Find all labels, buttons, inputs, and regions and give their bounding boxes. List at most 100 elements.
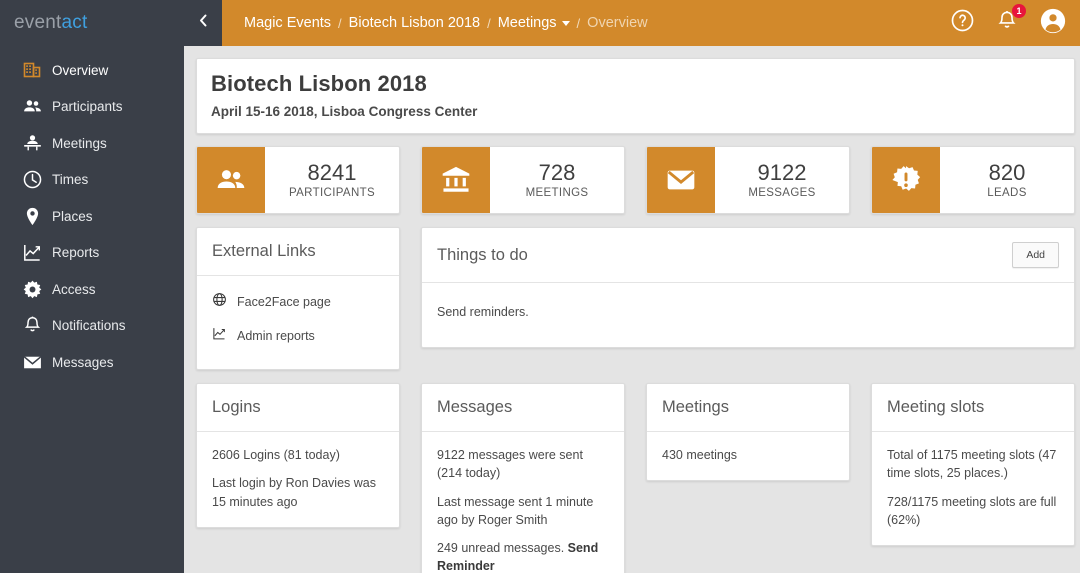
stat-label: MEETINGS <box>525 187 589 200</box>
panel-title: Messages <box>422 384 624 433</box>
sidebar-item-messages[interactable]: Messages <box>0 344 184 381</box>
people-icon <box>197 147 265 213</box>
line-chart-icon <box>212 326 227 346</box>
chevron-down-icon[interactable] <box>561 20 570 26</box>
panel-title: Logins <box>197 384 399 433</box>
stat-label: MESSAGES <box>748 187 816 200</box>
breadcrumb-separator: / <box>576 15 581 31</box>
clock-icon <box>12 169 52 190</box>
external-link-label: Admin reports <box>237 329 315 344</box>
external-link-admin-reports[interactable]: Admin reports <box>212 319 384 353</box>
stat-label: LEADS <box>987 187 1027 200</box>
stat-card-body: 8241 PARTICIPANTS <box>265 147 399 213</box>
logo-text: eventact <box>14 12 87 34</box>
sidebar-item-times[interactable]: Times <box>0 162 184 199</box>
panel-body: Face2Face page Admin reports <box>197 276 399 369</box>
breadcrumb-module-label: Meetings <box>497 15 557 31</box>
sidebar-item-label: Overview <box>52 62 109 78</box>
sidebar-item-label: Messages <box>52 354 114 370</box>
meetings-count: 430 meetings <box>662 448 738 463</box>
user-avatar-icon <box>1039 7 1067 40</box>
breadcrumb-item-event[interactable]: Biotech Lisbon 2018 <box>349 15 480 31</box>
panel-meetings: Meetings 430 meetings <box>646 383 850 482</box>
sidebar-item-label: Times <box>52 172 89 188</box>
panel-title: Meeting slots <box>872 384 1074 433</box>
panel-body: Total of 1175 meeting slots (47 time slo… <box>872 432 1074 545</box>
logins-total: 2606 Logins (81 today) <box>212 448 340 463</box>
stat-card-body: 820 LEADS <box>940 147 1074 213</box>
stat-card-participants[interactable]: 8241 PARTICIPANTS <box>196 146 400 214</box>
breadcrumb-item-organization[interactable]: Magic Events <box>244 15 331 31</box>
stat-card-body: 728 MEETINGS <box>490 147 624 213</box>
sidebar-item-notifications[interactable]: Notifications <box>0 308 184 345</box>
help-button[interactable] <box>950 8 975 38</box>
building-icon <box>12 60 52 80</box>
chevron-left-icon <box>197 13 210 33</box>
breadcrumb-separator: / <box>338 15 342 31</box>
sidebar-item-label: Places <box>52 208 93 224</box>
messages-unread: 249 unread messages. Send Reminder <box>437 539 609 573</box>
breadcrumb-item-module[interactable]: Meetings <box>498 15 570 31</box>
sidebar-item-meetings[interactable]: Meetings <box>0 125 184 162</box>
messages-last: Last message sent 1 minute ago by Roger … <box>437 494 594 527</box>
stat-cards: 8241 PARTICIPANTS 728 MEETINGS 9122 MESS… <box>196 146 1075 214</box>
panel-body: 430 meetings <box>647 432 849 480</box>
sidebar-nav: Overview Participants Meetings Times Pla… <box>0 46 184 381</box>
envelope-icon <box>647 147 715 213</box>
envelope-icon <box>12 352 52 373</box>
meeting-desk-icon <box>12 133 52 154</box>
stat-value: 9122 <box>757 159 807 185</box>
panel-messages: Messages 9122 messages were sent (214 to… <box>421 383 625 573</box>
todo-item[interactable]: Send reminders. <box>437 303 1059 321</box>
event-header-card: Biotech Lisbon 2018 April 15-16 2018, Li… <box>196 58 1075 134</box>
panel-body: 9122 messages were sent (214 today) Last… <box>422 432 624 573</box>
sidebar-item-label: Access <box>52 281 96 297</box>
breadcrumb: Magic Events / Biotech Lisbon 2018 / Mee… <box>222 15 648 31</box>
stat-label: PARTICIPANTS <box>289 187 375 200</box>
sidebar-item-participants[interactable]: Participants <box>0 89 184 126</box>
sidebar-item-label: Participants <box>52 99 123 115</box>
topbar-actions: 1 <box>950 3 1080 40</box>
panel-row-bottom: Logins 2606 Logins (81 today) Last login… <box>196 383 1075 573</box>
panel-row-top: External Links Face2Face page Admin repo… <box>196 227 1075 371</box>
account-button[interactable] <box>1039 7 1067 40</box>
line-chart-icon <box>12 242 52 263</box>
stat-value: 820 <box>988 159 1026 185</box>
external-link-face2face[interactable]: Face2Face page <box>212 290 384 319</box>
breadcrumb-separator: / <box>487 15 491 31</box>
messages-sent: 9122 messages were sent (214 today) <box>437 448 583 481</box>
sidebar-item-label: Reports <box>52 245 100 261</box>
external-link-label: Face2Face page <box>237 295 331 309</box>
stat-card-messages[interactable]: 9122 MESSAGES <box>646 146 850 214</box>
gear-icon <box>12 279 52 300</box>
page-title: Biotech Lisbon 2018 <box>211 71 427 96</box>
sidebar: eventact Overview Participants Meetings <box>0 0 184 573</box>
messages-unread-text: 249 unread messages. <box>437 540 568 555</box>
panel-title: Meetings <box>647 384 849 433</box>
sidebar-item-access[interactable]: Access <box>0 271 184 308</box>
app-root: eventact Overview Participants Meetings <box>0 0 1080 573</box>
event-subtitle: April 15-16 2018, Lisboa Congress Center <box>211 104 478 119</box>
content-area: Biotech Lisbon 2018 April 15-16 2018, Li… <box>184 46 1080 573</box>
panel-header: Things to do Add <box>422 228 1074 283</box>
sidebar-item-places[interactable]: Places <box>0 198 184 235</box>
slots-full: 728/1175 meeting slots are full (62%) <box>887 494 1057 527</box>
app-logo[interactable]: eventact <box>0 0 184 46</box>
panel-external-links: External Links Face2Face page Admin repo… <box>196 227 400 371</box>
notifications-button[interactable]: 1 <box>995 3 1026 38</box>
sidebar-item-overview[interactable]: Overview <box>0 52 184 89</box>
stat-card-meetings[interactable]: 728 MEETINGS <box>421 146 625 214</box>
stat-card-leads[interactable]: 820 LEADS <box>871 146 1075 214</box>
sidebar-item-reports[interactable]: Reports <box>0 235 184 272</box>
add-task-button[interactable]: Add <box>1012 242 1059 268</box>
notifications-badge: 1 <box>1012 3 1026 18</box>
panel-body: Send reminders. <box>422 283 1074 347</box>
panel-things-to-do: Things to do Add Send reminders. <box>421 227 1075 349</box>
panel-body: 2606 Logins (81 today) Last login by Ron… <box>197 432 399 526</box>
logo-text-accent: act <box>61 12 88 33</box>
bell-icon <box>12 315 52 336</box>
people-icon <box>12 96 52 117</box>
sidebar-collapse-button[interactable] <box>184 0 222 46</box>
globe-icon <box>212 292 227 312</box>
logo-text-primary: event <box>14 12 62 33</box>
